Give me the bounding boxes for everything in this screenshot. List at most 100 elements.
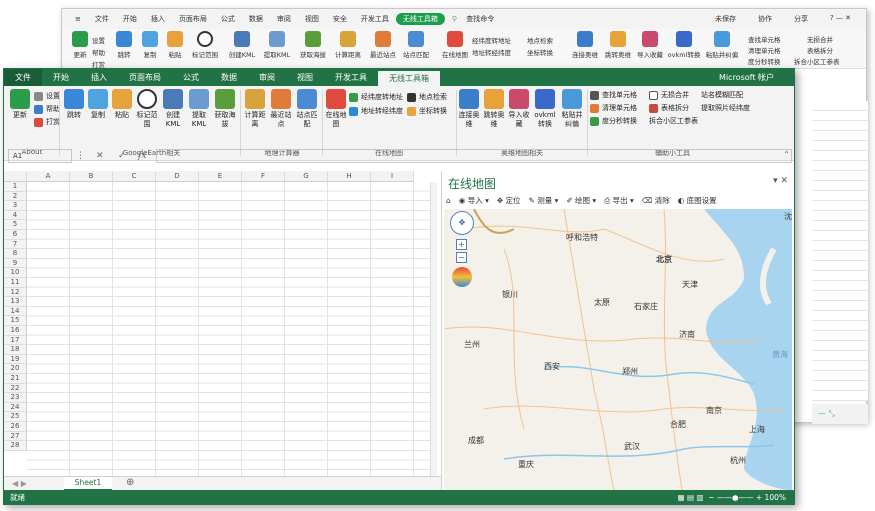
back-tab[interactable]: 页面布局 [172, 14, 214, 24]
row-header[interactable]: 2 [4, 191, 27, 202]
back-online-button[interactable]: 在线地图 [437, 31, 473, 59]
back-ovconn-button[interactable]: 连接奥维 [567, 31, 603, 59]
draw-button[interactable]: ✐ 绘图 ▾ [566, 195, 596, 206]
row-header[interactable]: 26 [4, 422, 27, 432]
back-unsaved[interactable]: 未保存 [708, 14, 743, 24]
back-createkml-button[interactable]: 创建KML [222, 31, 262, 59]
row-header[interactable]: 13 [4, 297, 27, 307]
row-header[interactable]: 23 [4, 393, 27, 403]
measure-button[interactable]: ✎ 测量 ▾ [529, 195, 559, 206]
station-match-button[interactable]: 站名模糊匹配 [701, 90, 743, 100]
back-split-button[interactable]: 表格拆分 [807, 45, 833, 55]
back-findcell-button[interactable]: 查找单元格 [748, 34, 781, 44]
tab-view[interactable]: 视图 [286, 69, 324, 86]
merge-button[interactable]: 无损合并 [649, 90, 689, 100]
row-header[interactable]: 19 [4, 354, 27, 365]
row-header[interactable]: 9 [4, 258, 27, 269]
ov-paste-button[interactable]: 粘贴并纠偏 [559, 89, 585, 129]
row-header[interactable]: 12 [4, 287, 27, 298]
row-header[interactable]: 27 [4, 431, 27, 442]
row-header[interactable]: 17 [4, 335, 27, 346]
column-header[interactable]: H [328, 171, 371, 182]
row-header[interactable]: 18 [4, 345, 27, 355]
back-search[interactable]: ⚲ 查找命令 [445, 14, 508, 24]
tab-file[interactable]: 文件 [4, 69, 42, 86]
nearest-button[interactable]: 最近站点 [268, 89, 294, 129]
poi-search-button[interactable]: 地点检索 [407, 92, 447, 102]
find-cell-button[interactable]: 查找单元格 [590, 90, 637, 100]
name-box[interactable]: A1 [8, 149, 72, 163]
locate-button[interactable]: ✥ 定位 [497, 195, 521, 206]
copy-button[interactable]: 复制 [86, 89, 110, 120]
add-sheet-icon[interactable]: ⊕ [126, 477, 134, 488]
tab-review[interactable]: 审阅 [248, 69, 286, 86]
altitude-button[interactable]: 获取海拔 [212, 89, 238, 129]
paste-button[interactable]: 粘贴 [110, 89, 134, 120]
row-header[interactable]: 28 [4, 441, 27, 451]
back-tab[interactable]: 审阅 [270, 14, 298, 24]
zoom-out-icon[interactable]: − [456, 252, 467, 263]
formula-input[interactable] [156, 149, 792, 163]
photo-gps-button[interactable]: 提取照片经纬度 [701, 103, 750, 113]
online-map-button[interactable]: 在线地图 [324, 89, 348, 129]
row-header[interactable]: 15 [4, 316, 27, 326]
row-header[interactable]: 16 [4, 326, 27, 336]
clear-button[interactable]: ⌫ 清除 [642, 195, 670, 206]
pan-control-icon[interactable]: ✥ [450, 211, 474, 235]
tab-wireless-toolbox[interactable]: 无线工具箱 [378, 71, 440, 86]
map-canvas[interactable]: 呼和浩特 北京 天津 银川 太原 石家庄 兰州 济南 西安 郑州 南京 合肥 上… [444, 209, 792, 490]
back-tab[interactable]: 开始 [116, 14, 144, 24]
row-header[interactable]: 10 [4, 268, 27, 278]
extract-kml-button[interactable]: 提取KML [186, 89, 212, 129]
row-header[interactable]: 3 [4, 201, 27, 211]
tab-page-layout[interactable]: 页面布局 [118, 69, 172, 86]
back-geo2addr-button[interactable]: 经纬度转地址 [472, 35, 511, 45]
back-extractkml-button[interactable]: 提取KML [257, 31, 297, 59]
sheet-tab[interactable]: Sheet1 [64, 477, 112, 491]
back-tab[interactable]: 插入 [144, 14, 172, 24]
ov-connect-button[interactable]: 连接奥维 [457, 89, 481, 129]
back-window-controls[interactable]: ? — ✕ [823, 14, 858, 24]
enter-icon[interactable]: ✓ [118, 151, 126, 161]
column-header[interactable]: E [199, 171, 242, 182]
back-tab[interactable]: 数据 [242, 14, 270, 24]
row-header[interactable]: 8 [4, 249, 27, 259]
row-header[interactable]: 7 [4, 239, 27, 250]
back-ovpaste-button[interactable]: 粘贴并纠偏 [702, 31, 742, 59]
tab-data[interactable]: 数据 [210, 69, 248, 86]
settings-button[interactable]: 设置 [34, 91, 60, 101]
select-all-corner[interactable] [4, 171, 27, 182]
back-tab[interactable]: 公式 [214, 14, 242, 24]
namebox-dropdown-icon[interactable]: ⋮ [76, 151, 85, 161]
clean-cell-button[interactable]: 清理单元格 [590, 103, 637, 113]
account-button[interactable]: Microsoft 帐户 [708, 69, 794, 86]
row-header[interactable]: 25 [4, 412, 27, 422]
home-icon[interactable]: ⌂ [446, 196, 451, 205]
back-tab[interactable]: 开发工具 [354, 14, 396, 24]
split-table-button[interactable]: 表格拆分 [649, 103, 689, 113]
column-header[interactable]: C [113, 171, 156, 182]
import-button[interactable]: ◉ 导入 ▾ [459, 195, 489, 206]
ov-import-button[interactable]: 导入收藏 [507, 89, 531, 129]
back-ovimport-button[interactable]: 导入收藏 [632, 31, 668, 59]
zoom-control[interactable]: ▦ ▤ ▥ − ——●—— + 100% [677, 490, 786, 505]
tab-formulas[interactable]: 公式 [172, 69, 210, 86]
distance-button[interactable]: 计算距离 [242, 89, 268, 129]
back-nearest-button[interactable]: 最近站点 [365, 31, 401, 59]
fx-icon[interactable]: fx [138, 151, 146, 161]
row-header[interactable]: 24 [4, 402, 27, 413]
back-help-button[interactable]: 帮助 [92, 47, 105, 57]
back-altitude-button[interactable]: 获取海拔 [295, 31, 331, 59]
tab-home[interactable]: 开始 [42, 69, 80, 86]
row-header[interactable]: 6 [4, 230, 27, 240]
back-cleancell-button[interactable]: 清理单元格 [748, 45, 781, 55]
back-tab[interactable]: 安全 [326, 14, 354, 24]
back-dms-button[interactable]: 度分秒转换 [748, 56, 781, 66]
mark-range-button[interactable]: 标记范围 [134, 89, 160, 129]
back-match-button[interactable]: 站点匹配 [398, 31, 434, 59]
tab-developer[interactable]: 开发工具 [324, 69, 378, 86]
back-view-controls[interactable]: — ⤡ [812, 404, 868, 424]
back-tab[interactable]: 视图 [298, 14, 326, 24]
row-header[interactable]: 5 [4, 220, 27, 230]
row-header[interactable]: 21 [4, 374, 27, 384]
